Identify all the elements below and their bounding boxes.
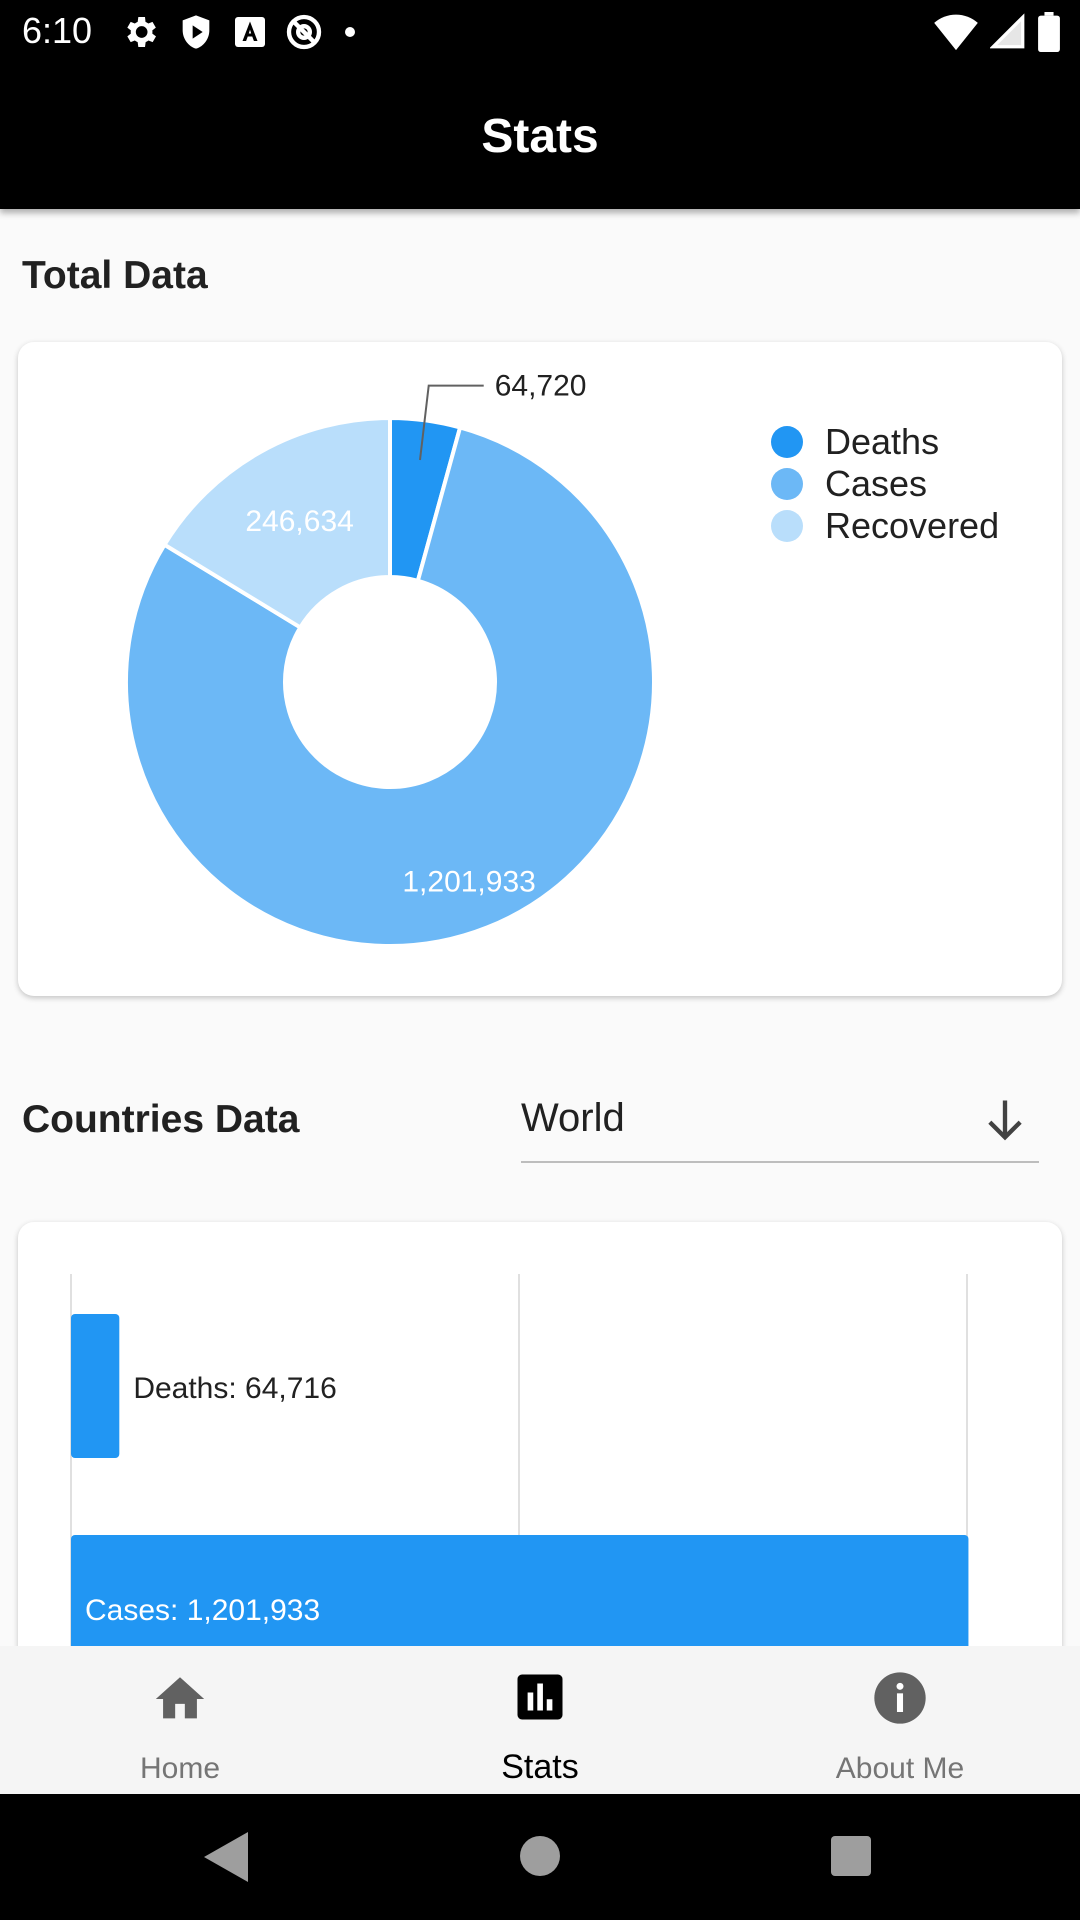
status-bar: 6:10: [0, 0, 1080, 63]
wifi-icon: [934, 14, 978, 51]
nav-item-stats[interactable]: Stats: [360, 1646, 720, 1794]
legend-label: Recovered: [825, 505, 1000, 546]
bar-chart: Deaths: 64,716 Cases: 1,201,933: [70, 1274, 969, 1692]
bottom-navigation: Home Stats About Me: [0, 1646, 1080, 1794]
total-data-title: Total Data: [22, 254, 208, 297]
legend-dot-cases: [771, 468, 803, 500]
nav-item-home[interactable]: Home: [0, 1646, 360, 1794]
country-dropdown[interactable]: World: [521, 1080, 1039, 1163]
bar-chart-icon: [517, 1674, 563, 1720]
nav-label-about: About Me: [835, 1752, 965, 1785]
donut-value-label: 64,720: [495, 370, 587, 403]
countries-data-title: Countries Data: [22, 1098, 300, 1141]
status-time: 6:10: [22, 10, 93, 51]
home-circle-icon[interactable]: [520, 1836, 560, 1876]
arrow-down-icon: [988, 1100, 1022, 1141]
legend-dot-deaths: [771, 426, 803, 458]
donut-value-label: 1,201,933: [402, 865, 535, 898]
legend-label: Deaths: [825, 421, 940, 462]
legend-dot-recovered: [771, 510, 803, 542]
legend-item-deaths: Deaths: [771, 421, 999, 463]
countries-data-card: Deaths: 64,716 Cases: 1,201,933: [18, 1222, 1062, 1692]
at-sign-icon: [286, 14, 322, 50]
home-icon: [155, 1677, 205, 1719]
bar-value-label: Deaths: 64,716: [133, 1372, 336, 1405]
legend-label: Cases: [825, 463, 928, 504]
page-title: Stats: [481, 109, 599, 163]
font-a-icon: [235, 17, 265, 47]
signal-icon: [990, 13, 1025, 49]
app-bar: Stats: [0, 63, 1080, 209]
recents-icon[interactable]: [831, 1836, 871, 1876]
donut-value-label: 246,634: [245, 505, 353, 538]
dot-icon: [345, 27, 355, 37]
legend-item-recovered: Recovered: [771, 505, 999, 547]
nav-label-stats: Stats: [501, 1748, 579, 1786]
dropdown-selected-value: World: [521, 1096, 625, 1140]
gear-icon: [127, 17, 156, 47]
info-icon: [874, 1672, 926, 1724]
battery-icon: [1038, 12, 1060, 52]
shield-icon: [182, 15, 210, 49]
nav-item-about[interactable]: About Me: [720, 1646, 1080, 1794]
total-data-card: 64,720 1,201,933 246,634 Deaths Cases Reco…: [18, 342, 1062, 996]
back-icon[interactable]: [204, 1832, 248, 1882]
nav-label-home: Home: [139, 1752, 221, 1785]
status-system-icons: [934, 12, 1060, 52]
bar-deaths: [71, 1314, 120, 1458]
status-notification-icons: [120, 12, 360, 52]
chart-legend: Deaths Cases Recovered: [771, 421, 999, 547]
legend-item-cases: Cases: [771, 463, 999, 505]
bar-value-label: Cases: 1,201,933: [85, 1594, 320, 1627]
system-navigation-bar: [0, 1794, 1080, 1920]
